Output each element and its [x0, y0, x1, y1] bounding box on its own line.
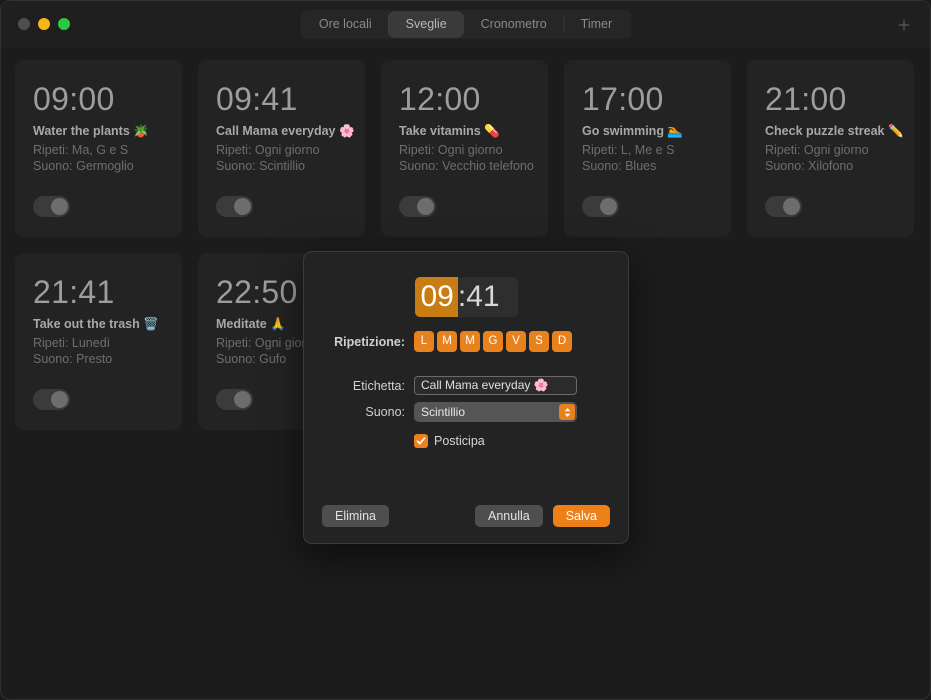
- checkmark-icon: [416, 437, 426, 445]
- alarm-toggle[interactable]: [399, 196, 436, 217]
- traffic-lights: [18, 18, 70, 30]
- edit-alarm-dialog: 09 : 41 Ripetizione: L M M G V S D Etich…: [303, 251, 629, 544]
- alarm-repeat: Ripeti: Lunedì: [33, 336, 111, 351]
- minimize-window-button[interactable]: [38, 18, 50, 30]
- alarm-sound: Suono: Scintillio: [216, 159, 305, 174]
- chevron-updown-icon: [559, 404, 575, 420]
- alarm-card[interactable]: 21:41 Take out the trash 🗑️ Ripeti: Lune…: [15, 253, 182, 430]
- alarm-time: 21:00: [765, 81, 847, 117]
- plus-icon: [898, 19, 910, 31]
- alarm-toggle[interactable]: [582, 196, 619, 217]
- sound-field-label: Suono:: [365, 405, 405, 419]
- label-row: Etichetta: Call Mama everyday 🌸: [304, 376, 628, 395]
- day-button-mercoledi[interactable]: M: [460, 331, 480, 352]
- hours-field[interactable]: 09: [414, 277, 458, 317]
- alarm-time: 21:41: [33, 274, 115, 310]
- snooze-row: Posticipa: [304, 434, 628, 448]
- clock-window: Ore locali Sveglie Cronometro Timer 09:0…: [0, 0, 931, 700]
- toggle-knob: [417, 198, 434, 215]
- alarm-label: Take vitamins 💊: [399, 124, 500, 139]
- toggle-knob: [600, 198, 617, 215]
- alarm-toggle[interactable]: [216, 389, 253, 410]
- tab-timer[interactable]: Timer: [563, 12, 629, 37]
- tab-sveglie[interactable]: Sveglie: [388, 12, 464, 37]
- day-button-sabato[interactable]: S: [529, 331, 549, 352]
- toggle-knob: [51, 198, 68, 215]
- alarm-sound: Suono: Presto: [33, 352, 113, 367]
- alarm-repeat: Ripeti: Ogni giorno: [216, 143, 320, 158]
- time-separator: :: [457, 280, 467, 313]
- snooze-label: Posticipa: [434, 434, 485, 448]
- alarm-repeat: Ripeti: L, Me e S: [582, 143, 675, 158]
- zoom-window-button[interactable]: [58, 18, 70, 30]
- alarm-card[interactable]: 09:00 Water the plants 🪴 Ripeti: Ma, G e…: [15, 60, 182, 237]
- alarms-content: 09:00 Water the plants 🪴 Ripeti: Ma, G e…: [1, 48, 930, 699]
- alarm-sound: Suono: Blues: [582, 159, 657, 174]
- day-button-venerdi[interactable]: V: [506, 331, 526, 352]
- cancel-button[interactable]: Annulla: [475, 505, 543, 527]
- alarm-time: 09:00: [33, 81, 115, 117]
- alarm-sound: Suono: Germoglio: [33, 159, 134, 174]
- alarm-card[interactable]: 12:00 Take vitamins 💊 Ripeti: Ogni giorn…: [381, 60, 548, 237]
- close-window-button[interactable]: [18, 18, 30, 30]
- alarm-time: 12:00: [399, 81, 481, 117]
- snooze-checkbox[interactable]: [414, 434, 428, 448]
- day-button-martedi[interactable]: M: [437, 331, 457, 352]
- alarm-time: 17:00: [582, 81, 664, 117]
- alarm-card[interactable]: 09:41 Call Mama everyday 🌸 Ripeti: Ogni …: [198, 60, 365, 237]
- save-button[interactable]: Salva: [552, 505, 610, 527]
- alarm-toggle[interactable]: [765, 196, 802, 217]
- dialog-buttons: Elimina Annulla Salva: [304, 505, 628, 527]
- repeat-day-buttons: L M M G V S D: [414, 331, 572, 352]
- alarm-toggle[interactable]: [33, 389, 70, 410]
- alarm-label: Check puzzle streak ✏️: [765, 124, 904, 139]
- alarm-card[interactable]: 17:00 Go swimming 🏊 Ripeti: L, Me e S Su…: [564, 60, 731, 237]
- add-alarm-button[interactable]: [892, 13, 916, 37]
- repeat-label: Ripetizione:: [334, 334, 405, 349]
- day-button-lunedi[interactable]: L: [414, 331, 434, 352]
- tab-ore-locali[interactable]: Ore locali: [302, 12, 389, 37]
- day-button-domenica[interactable]: D: [552, 331, 572, 352]
- alarm-label: Water the plants 🪴: [33, 124, 149, 139]
- delete-button[interactable]: Elimina: [322, 505, 389, 527]
- view-tabs: Ore locali Sveglie Cronometro Timer: [299, 10, 632, 39]
- alarm-card[interactable]: 21:00 Check puzzle streak ✏️ Ripeti: Ogn…: [747, 60, 914, 237]
- toggle-knob: [234, 391, 251, 408]
- alarm-time: 09:41: [216, 81, 298, 117]
- tab-cronometro[interactable]: Cronometro: [464, 12, 564, 37]
- alarm-toggle[interactable]: [33, 196, 70, 217]
- sound-select-value: Scintillio: [421, 405, 466, 419]
- toggle-knob: [783, 198, 800, 215]
- alarm-sound: Suono: Xilofono: [765, 159, 854, 174]
- alarm-repeat: Ripeti: Ogni giorno: [765, 143, 869, 158]
- repeat-row: Ripetizione: L M M G V S D: [304, 331, 628, 352]
- sound-select[interactable]: Scintillio: [414, 402, 577, 422]
- titlebar: Ore locali Sveglie Cronometro Timer: [1, 1, 930, 48]
- time-stepper[interactable]: 09 : 41: [414, 277, 518, 317]
- day-button-giovedi[interactable]: G: [483, 331, 503, 352]
- label-field-label: Etichetta:: [352, 378, 405, 393]
- alarm-repeat: Ripeti: Ma, G e S: [33, 143, 129, 158]
- alarm-toggle[interactable]: [216, 196, 253, 217]
- minutes-field[interactable]: 41: [466, 277, 506, 317]
- alarm-label: Take out the trash 🗑️: [33, 317, 159, 332]
- toggle-knob: [234, 198, 251, 215]
- sound-row: Suono: Scintillio: [304, 402, 628, 422]
- alarm-label: Go swimming 🏊: [582, 124, 683, 139]
- alarm-label: Call Mama everyday 🌸: [216, 124, 355, 139]
- toggle-knob: [51, 391, 68, 408]
- alarm-repeat: Ripeti: Ogni giorno: [399, 143, 503, 158]
- label-input[interactable]: Call Mama everyday 🌸: [414, 376, 577, 395]
- alarm-sound: Suono: Vecchio telefono: [399, 159, 534, 174]
